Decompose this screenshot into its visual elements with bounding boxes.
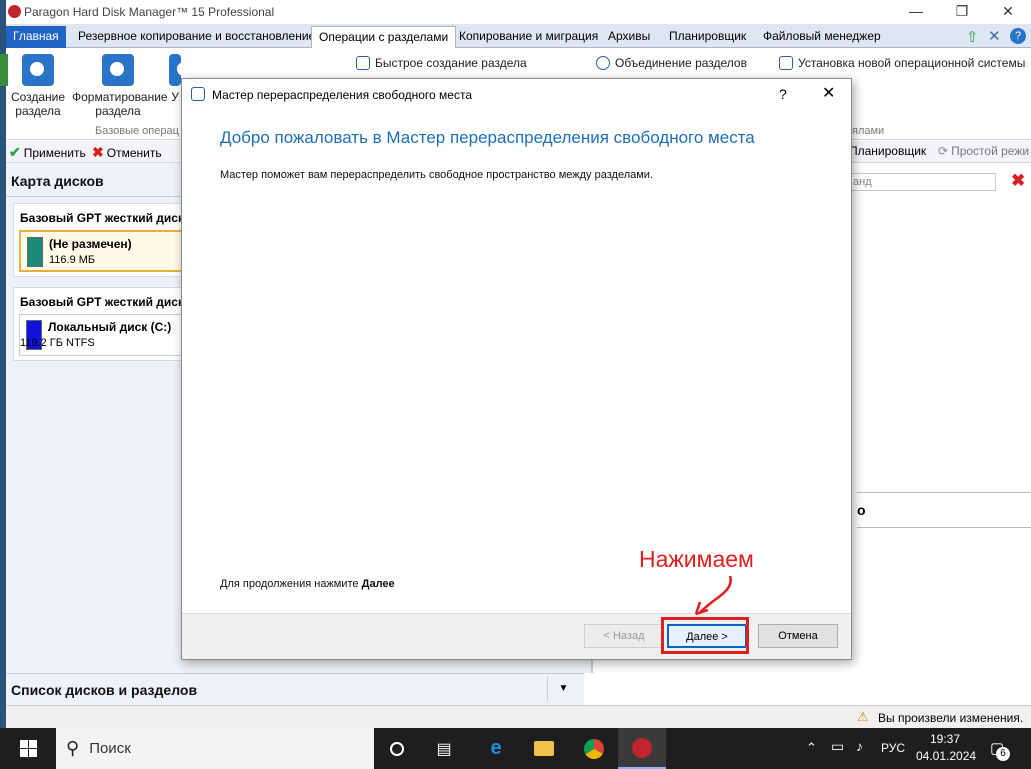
delete-partition-button[interactable]: У <box>168 54 191 104</box>
tab-archives[interactable]: Архивы <box>601 26 657 48</box>
restore-button[interactable]: ❐ <box>939 0 985 24</box>
simple-mode-button[interactable]: ⟳ Простой режи <box>938 144 1029 158</box>
disk-2-title: Базовый GPT жесткий диск <box>20 295 184 309</box>
windows-logo-icon <box>19 740 37 757</box>
disk-list-header[interactable]: Список дисков и разделов ▼ <box>6 673 584 705</box>
dialog-close-button[interactable]: ✕ <box>822 83 835 103</box>
paragon-taskbar-button[interactable] <box>618 728 666 769</box>
install-os-icon <box>779 56 793 70</box>
status-bar: ⚠ Вы произвели изменения. <box>6 705 1031 728</box>
cortana-icon <box>390 741 404 756</box>
app-title: Paragon Hard Disk Manager™ 15 Profession… <box>24 5 275 19</box>
annotation-highlight <box>661 617 749 654</box>
cancel-x-icon: ✖ <box>92 144 104 160</box>
disk-list-title: Список дисков и разделов <box>11 682 198 698</box>
tools-icon[interactable]: ✕ <box>988 27 1001 45</box>
explorer-button[interactable] <box>520 728 568 769</box>
wizard-icon <box>191 87 205 101</box>
back-button[interactable]: < Назад <box>584 624 664 648</box>
tab-backup[interactable]: Резервное копирование и восстановление <box>71 26 322 48</box>
tab-partition-ops[interactable]: Операции с разделами <box>311 26 457 48</box>
right-section-title: о <box>857 502 866 518</box>
tray-chevron-icon[interactable]: ⌃ <box>806 740 817 756</box>
minimize-button[interactable]: — <box>893 0 939 24</box>
clear-search-icon[interactable]: ✖ <box>1011 171 1025 191</box>
partition-unallocated-size: 116.9 МБ <box>49 254 96 266</box>
continue-hint-text: Для продолжения нажмите <box>220 578 362 590</box>
simple-mode-icon: ⟳ <box>938 144 949 158</box>
create-partition-button[interactable]: Создание раздела <box>6 54 70 118</box>
help-icon[interactable]: ? <box>1010 28 1026 44</box>
status-changes-text[interactable]: Вы произвели изменения. <box>878 711 1023 725</box>
dialog-title-bar: Мастер перераспределения свободного мест… <box>182 79 851 110</box>
cortana-button[interactable] <box>374 728 420 769</box>
search-placeholder: Поиск <box>89 740 131 757</box>
warning-icon: ⚠ <box>857 709 869 724</box>
close-button[interactable]: ✕ <box>985 0 1031 24</box>
format-partition-button[interactable]: Форматирование раздела <box>72 54 168 118</box>
menu-bar: Главная Резервное копирование и восстано… <box>6 24 1031 48</box>
continue-hint: Для продолжения нажмите Далее <box>220 578 395 590</box>
create-partition-icon <box>22 54 54 86</box>
wizard-description: Мастер поможет вам перераспределить своб… <box>220 169 654 181</box>
wizard-heading: Добро пожаловать в Мастер перераспределе… <box>220 128 755 147</box>
group-basic-label: Базовые операц <box>95 125 179 137</box>
partition-unallocated-name: (Не размечен) <box>49 237 132 251</box>
checkmark-icon: ✔ <box>9 144 21 160</box>
partition-c-size: 119.2 ГБ NTFS <box>20 337 95 349</box>
apply-button[interactable]: ✔ Применить <box>9 144 86 161</box>
folder-icon <box>534 741 554 756</box>
dialog-help-button[interactable]: ? <box>779 86 787 102</box>
task-view-icon: ▤ <box>436 740 452 758</box>
clock-time[interactable]: 19:37 <box>930 732 960 746</box>
volume-icon[interactable]: ♪ <box>856 738 863 754</box>
search-field[interactable]: анд <box>848 173 996 191</box>
search-box[interactable]: ⚲ Поиск <box>56 728 374 769</box>
format-partition-icon <box>102 54 134 86</box>
tab-scheduler[interactable]: Планировщик <box>662 26 753 48</box>
paragon-icon <box>632 737 652 758</box>
cancel-button[interactable]: Отмена <box>758 624 838 648</box>
group-right-label: ялами <box>852 125 885 137</box>
unallocated-bar <box>27 237 43 267</box>
scheduler-button[interactable]: Планировщик <box>849 144 926 158</box>
cancel-changes-button[interactable]: ✖ Отменить <box>92 144 162 161</box>
title-bar: Paragon Hard Disk Manager™ 15 Profession… <box>6 0 1031 24</box>
dialog-title: Мастер перераспределения свободного мест… <box>212 88 472 102</box>
annotation-text: Нажимаем <box>639 546 754 572</box>
chrome-icon <box>584 738 604 759</box>
start-button[interactable] <box>0 728 56 769</box>
continue-hint-bold: Далее <box>361 578 395 590</box>
disk-list-toggle[interactable]: ▼ <box>547 677 579 701</box>
annotation-arrow <box>694 575 732 616</box>
right-section-divider-2 <box>857 527 1031 528</box>
install-os-button[interactable]: Установка новой операционной системы <box>779 56 1025 70</box>
language-indicator[interactable]: РУС <box>881 741 905 755</box>
delete-partition-icon <box>169 54 191 86</box>
taskbar: ⚲ Поиск ▤ e ⌃ ▭ ♪ РУС 19:37 04.01.2024 ▢… <box>0 728 1031 769</box>
quick-create-button[interactable]: Быстрое создание раздела <box>356 56 527 70</box>
disk-1-title: Базовый GPT жесткий диск <box>20 211 184 225</box>
task-view-button[interactable]: ▤ <box>420 728 468 769</box>
merge-partitions-button[interactable]: Объединение разделов <box>596 56 747 70</box>
tab-copy-migration[interactable]: Копирование и миграция <box>452 26 605 48</box>
partition-c-name: Локальный диск (C:) <box>48 320 172 334</box>
edge-icon: e <box>490 737 502 759</box>
search-icon: ⚲ <box>66 738 80 758</box>
right-section-divider <box>857 492 1031 493</box>
disk-map-title: Карта дисков <box>11 173 104 189</box>
app-logo-icon <box>8 5 21 18</box>
tab-main[interactable]: Главная <box>6 26 66 48</box>
quick-create-icon <box>356 56 370 70</box>
dialog-footer: < Назад Далее > Отмена <box>182 613 851 659</box>
clock-date[interactable]: 04.01.2024 <box>916 749 976 763</box>
tab-file-manager[interactable]: Файловый менеджер <box>756 26 888 48</box>
notification-count: 6 <box>996 747 1010 761</box>
merge-icon <box>596 56 610 70</box>
network-icon[interactable]: ▭ <box>831 738 844 755</box>
up-arrow-icon[interactable]: ⇧ <box>966 28 979 46</box>
chrome-button[interactable] <box>570 728 618 769</box>
edge-button[interactable]: e <box>472 728 520 769</box>
